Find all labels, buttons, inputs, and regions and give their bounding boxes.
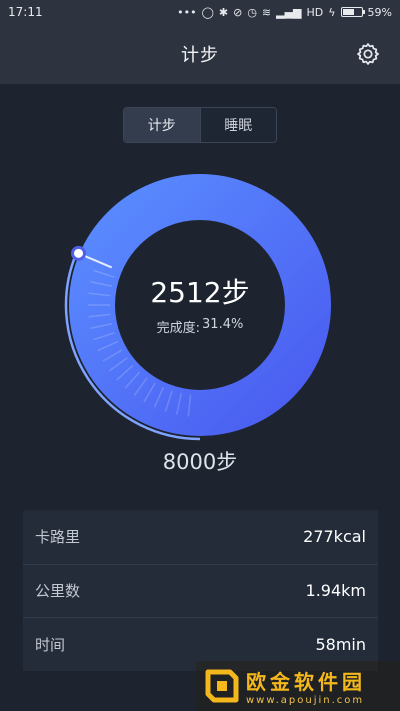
clock-icon: ◷ — [247, 5, 257, 19]
status-time: 17:11 — [8, 5, 43, 19]
network-type: HD — [306, 5, 324, 19]
watermark: 欧金软件园 www.apoujin.com — [196, 661, 400, 711]
app-header: 计步 — [0, 24, 400, 84]
stat-value: 58min — [315, 634, 366, 654]
completion-value: 31.4% — [202, 316, 244, 332]
status-icons: ••• ◯ ✱ ⊘ ◷ ≋ ▂▄▆ HD ϟ 59% — [177, 6, 392, 19]
signal-icon: ▂▄▆ — [276, 5, 302, 19]
dots-icon: ••• — [177, 5, 197, 19]
stats-panel: 卡路里 277kcal 公里数 1.94km 时间 58min — [23, 510, 378, 671]
stat-label: 时间 — [35, 635, 66, 654]
gear-icon — [357, 43, 379, 65]
stat-value: 277kcal — [303, 527, 366, 547]
step-count: 2512步 — [150, 275, 250, 309]
stat-value: 1.94km — [305, 581, 366, 601]
completion-rate: 完成度: 31.4% — [157, 317, 244, 336]
tab-steps[interactable]: 计步 — [124, 108, 200, 142]
watermark-text: 欧金软件园 www.apoujin.com — [246, 666, 366, 706]
stat-label: 公里数 — [35, 582, 81, 601]
step-goal: 8000步 — [162, 450, 238, 474]
battery-percent: 59% — [367, 5, 392, 19]
battery-icon — [340, 7, 365, 17]
stat-row-calories: 卡路里 277kcal — [23, 510, 378, 564]
mute-icon: ⊘ — [233, 5, 243, 19]
page-title: 计步 — [181, 45, 219, 66]
settings-button[interactable] — [354, 40, 382, 68]
tab-sleep[interactable]: 睡眠 — [199, 108, 276, 142]
step-progress-ring: 2512步 完成度: 31.4% — [60, 165, 340, 445]
wifi-icon: ≋ — [261, 5, 272, 19]
watermark-url: www.apoujin.com — [246, 695, 365, 706]
bluetooth-icon: ✱ — [218, 5, 229, 19]
status-bar: 17:11 ••• ◯ ✱ ⊘ ◷ ≋ ▂▄▆ HD ϟ 59% — [0, 0, 400, 24]
ring-center: 2512步 完成度: 31.4% — [60, 165, 340, 445]
alarm-icon: ◯ — [201, 5, 214, 19]
watermark-logo-icon — [204, 666, 240, 706]
completion-label: 完成度: — [156, 320, 201, 336]
stat-row-distance: 公里数 1.94km — [23, 563, 378, 618]
charging-icon: ϟ — [328, 5, 336, 19]
mode-tabs: 计步 睡眠 — [123, 107, 277, 143]
watermark-title: 欧金软件园 — [246, 670, 366, 694]
stat-label: 卡路里 — [35, 528, 81, 547]
